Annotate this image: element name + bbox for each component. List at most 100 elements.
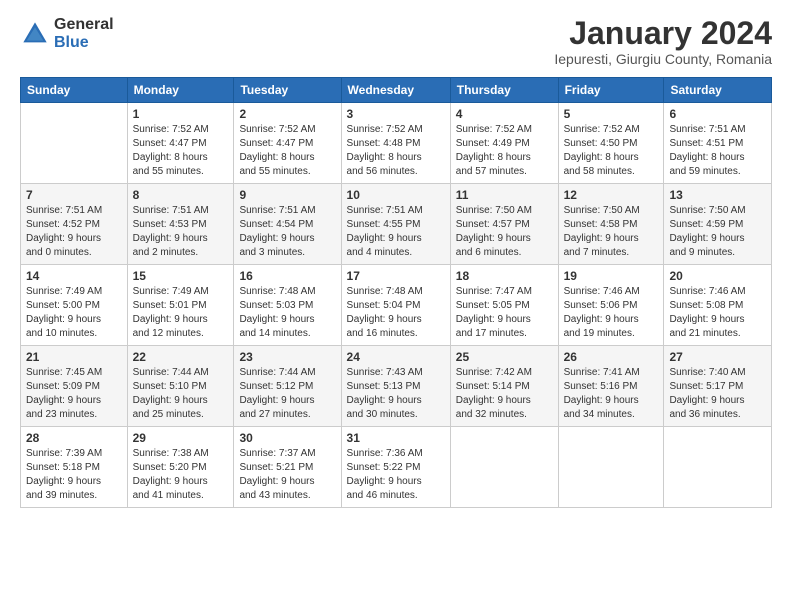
calendar-cell: 22 Sunrise: 7:44 AMSunset: 5:10 PMDayligh… — [127, 346, 234, 427]
day-number: 22 — [133, 350, 229, 364]
calendar-cell: 7 Sunrise: 7:51 AMSunset: 4:52 PMDaylight… — [21, 184, 128, 265]
day-info: Sunrise: 7:39 AMSunset: 5:18 PMDaylight:… — [26, 447, 122, 503]
day-info: Sunrise: 7:48 AMSunset: 5:04 PMDaylight:… — [347, 285, 445, 341]
calendar-cell: 1 Sunrise: 7:52 AMSunset: 4:47 PMDaylight… — [127, 103, 234, 184]
day-info: Sunrise: 7:40 AMSunset: 5:17 PMDaylight:… — [669, 366, 766, 422]
calendar-cell: 20Sunrise: 7:46 AMSunset: 5:08 PMDayligh… — [664, 265, 772, 346]
calendar-cell — [558, 427, 664, 508]
calendar-cell — [664, 427, 772, 508]
day-number: 10 — [347, 188, 445, 202]
day-info: Sunrise: 7:51 AMSunset: 4:55 PMDaylight:… — [347, 204, 445, 260]
title-block: January 2024 Iepuresti, Giurgiu County, … — [554, 16, 772, 67]
day-info: Sunrise: 7:42 AMSunset: 5:14 PMDaylight:… — [456, 366, 553, 422]
day-info: Sunrise: 7:49 AMSunset: 5:01 PMDaylight:… — [133, 285, 229, 341]
day-number: 27 — [669, 350, 766, 364]
day-info: Sunrise: 7:38 AMSunset: 5:20 PMDaylight:… — [133, 447, 229, 503]
calendar-cell: 16 Sunrise: 7:48 AMSunset: 5:03 PMDayligh… — [234, 265, 341, 346]
day-number: 18 — [456, 269, 553, 283]
col-thursday: Thursday — [450, 78, 558, 103]
col-wednesday: Wednesday — [341, 78, 450, 103]
logo-icon — [20, 19, 50, 49]
day-number: 21 — [26, 350, 122, 364]
calendar-cell: 12Sunrise: 7:50 AMSunset: 4:58 PMDayligh… — [558, 184, 664, 265]
day-info: Sunrise: 7:45 AMSunset: 5:09 PMDaylight:… — [26, 366, 122, 422]
day-number: 17 — [347, 269, 445, 283]
calendar-cell: 17 Sunrise: 7:48 AMSunset: 5:04 PMDayligh… — [341, 265, 450, 346]
calendar-cell: 15 Sunrise: 7:49 AMSunset: 5:01 PMDayligh… — [127, 265, 234, 346]
day-info: Sunrise: 7:50 AMSunset: 4:59 PMDaylight:… — [669, 204, 766, 260]
calendar-cell: 18 Sunrise: 7:47 AMSunset: 5:05 PMDayligh… — [450, 265, 558, 346]
day-info: Sunrise: 7:44 AMSunset: 5:12 PMDaylight:… — [239, 366, 335, 422]
day-number: 23 — [239, 350, 335, 364]
calendar-week-4: 21 Sunrise: 7:45 AMSunset: 5:09 PMDayligh… — [21, 346, 772, 427]
day-number: 16 — [239, 269, 335, 283]
calendar-cell: 24Sunrise: 7:43 AMSunset: 5:13 PMDayligh… — [341, 346, 450, 427]
calendar-cell: 26Sunrise: 7:41 AMSunset: 5:16 PMDayligh… — [558, 346, 664, 427]
day-number: 29 — [133, 431, 229, 445]
day-number: 6 — [669, 107, 766, 121]
day-number: 14 — [26, 269, 122, 283]
calendar-cell: 19 Sunrise: 7:46 AMSunset: 5:06 PMDayligh… — [558, 265, 664, 346]
day-number: 7 — [26, 188, 122, 202]
logo-text: General Blue — [54, 16, 114, 51]
calendar-cell: 2Sunrise: 7:52 AMSunset: 4:47 PMDaylight… — [234, 103, 341, 184]
day-number: 19 — [564, 269, 659, 283]
calendar-cell: 31Sunrise: 7:36 AMSunset: 5:22 PMDayligh… — [341, 427, 450, 508]
calendar-cell: 13Sunrise: 7:50 AMSunset: 4:59 PMDayligh… — [664, 184, 772, 265]
day-number: 2 — [239, 107, 335, 121]
day-info: Sunrise: 7:41 AMSunset: 5:16 PMDaylight:… — [564, 366, 659, 422]
day-number: 11 — [456, 188, 553, 202]
calendar-cell: 8 Sunrise: 7:51 AMSunset: 4:53 PMDaylight… — [127, 184, 234, 265]
page: General Blue January 2024 Iepuresti, Giu… — [0, 0, 792, 612]
day-number: 3 — [347, 107, 445, 121]
day-info: Sunrise: 7:44 AMSunset: 5:10 PMDaylight:… — [133, 366, 229, 422]
day-info: Sunrise: 7:46 AMSunset: 5:06 PMDaylight:… — [564, 285, 659, 341]
day-number: 25 — [456, 350, 553, 364]
day-info: Sunrise: 7:52 AMSunset: 4:50 PMDaylight:… — [564, 123, 659, 179]
calendar-header-row: Sunday Monday Tuesday Wednesday Thursday… — [21, 78, 772, 103]
calendar-cell: 23 Sunrise: 7:44 AMSunset: 5:12 PMDayligh… — [234, 346, 341, 427]
calendar-cell: 21 Sunrise: 7:45 AMSunset: 5:09 PMDayligh… — [21, 346, 128, 427]
calendar-week-5: 28 Sunrise: 7:39 AMSunset: 5:18 PMDayligh… — [21, 427, 772, 508]
calendar-week-1: 1 Sunrise: 7:52 AMSunset: 4:47 PMDaylight… — [21, 103, 772, 184]
calendar-cell: 6 Sunrise: 7:51 AMSunset: 4:51 PMDaylight… — [664, 103, 772, 184]
calendar-cell: 30 Sunrise: 7:37 AMSunset: 5:21 PMDayligh… — [234, 427, 341, 508]
day-info: Sunrise: 7:47 AMSunset: 5:05 PMDaylight:… — [456, 285, 553, 341]
col-friday: Friday — [558, 78, 664, 103]
day-info: Sunrise: 7:52 AMSunset: 4:48 PMDaylight:… — [347, 123, 445, 179]
logo-general-text: General — [54, 16, 114, 34]
day-info: Sunrise: 7:51 AMSunset: 4:52 PMDaylight:… — [26, 204, 122, 260]
day-number: 8 — [133, 188, 229, 202]
calendar-cell: 11 Sunrise: 7:50 AMSunset: 4:57 PMDayligh… — [450, 184, 558, 265]
day-info: Sunrise: 7:51 AMSunset: 4:51 PMDaylight:… — [669, 123, 766, 179]
day-number: 28 — [26, 431, 122, 445]
logo-blue-text: Blue — [54, 34, 114, 52]
calendar-cell: 25 Sunrise: 7:42 AMSunset: 5:14 PMDayligh… — [450, 346, 558, 427]
calendar-cell: 28 Sunrise: 7:39 AMSunset: 5:18 PMDayligh… — [21, 427, 128, 508]
day-info: Sunrise: 7:48 AMSunset: 5:03 PMDaylight:… — [239, 285, 335, 341]
day-info: Sunrise: 7:50 AMSunset: 4:57 PMDaylight:… — [456, 204, 553, 260]
day-number: 12 — [564, 188, 659, 202]
day-info: Sunrise: 7:51 AMSunset: 4:53 PMDaylight:… — [133, 204, 229, 260]
day-number: 30 — [239, 431, 335, 445]
logo: General Blue — [20, 16, 114, 51]
col-sunday: Sunday — [21, 78, 128, 103]
day-info: Sunrise: 7:52 AMSunset: 4:49 PMDaylight:… — [456, 123, 553, 179]
day-info: Sunrise: 7:37 AMSunset: 5:21 PMDaylight:… — [239, 447, 335, 503]
calendar-cell — [21, 103, 128, 184]
day-number: 31 — [347, 431, 445, 445]
day-number: 24 — [347, 350, 445, 364]
day-number: 1 — [133, 107, 229, 121]
calendar-cell: 10 Sunrise: 7:51 AMSunset: 4:55 PMDayligh… — [341, 184, 450, 265]
day-number: 15 — [133, 269, 229, 283]
calendar-cell: 3 Sunrise: 7:52 AMSunset: 4:48 PMDaylight… — [341, 103, 450, 184]
location: Iepuresti, Giurgiu County, Romania — [554, 51, 772, 67]
day-number: 5 — [564, 107, 659, 121]
day-info: Sunrise: 7:49 AMSunset: 5:00 PMDaylight:… — [26, 285, 122, 341]
calendar-week-2: 7 Sunrise: 7:51 AMSunset: 4:52 PMDaylight… — [21, 184, 772, 265]
calendar-cell: 14 Sunrise: 7:49 AMSunset: 5:00 PMDayligh… — [21, 265, 128, 346]
day-info: Sunrise: 7:52 AMSunset: 4:47 PMDaylight:… — [133, 123, 229, 179]
day-number: 20 — [669, 269, 766, 283]
col-monday: Monday — [127, 78, 234, 103]
calendar-cell: 5 Sunrise: 7:52 AMSunset: 4:50 PMDaylight… — [558, 103, 664, 184]
